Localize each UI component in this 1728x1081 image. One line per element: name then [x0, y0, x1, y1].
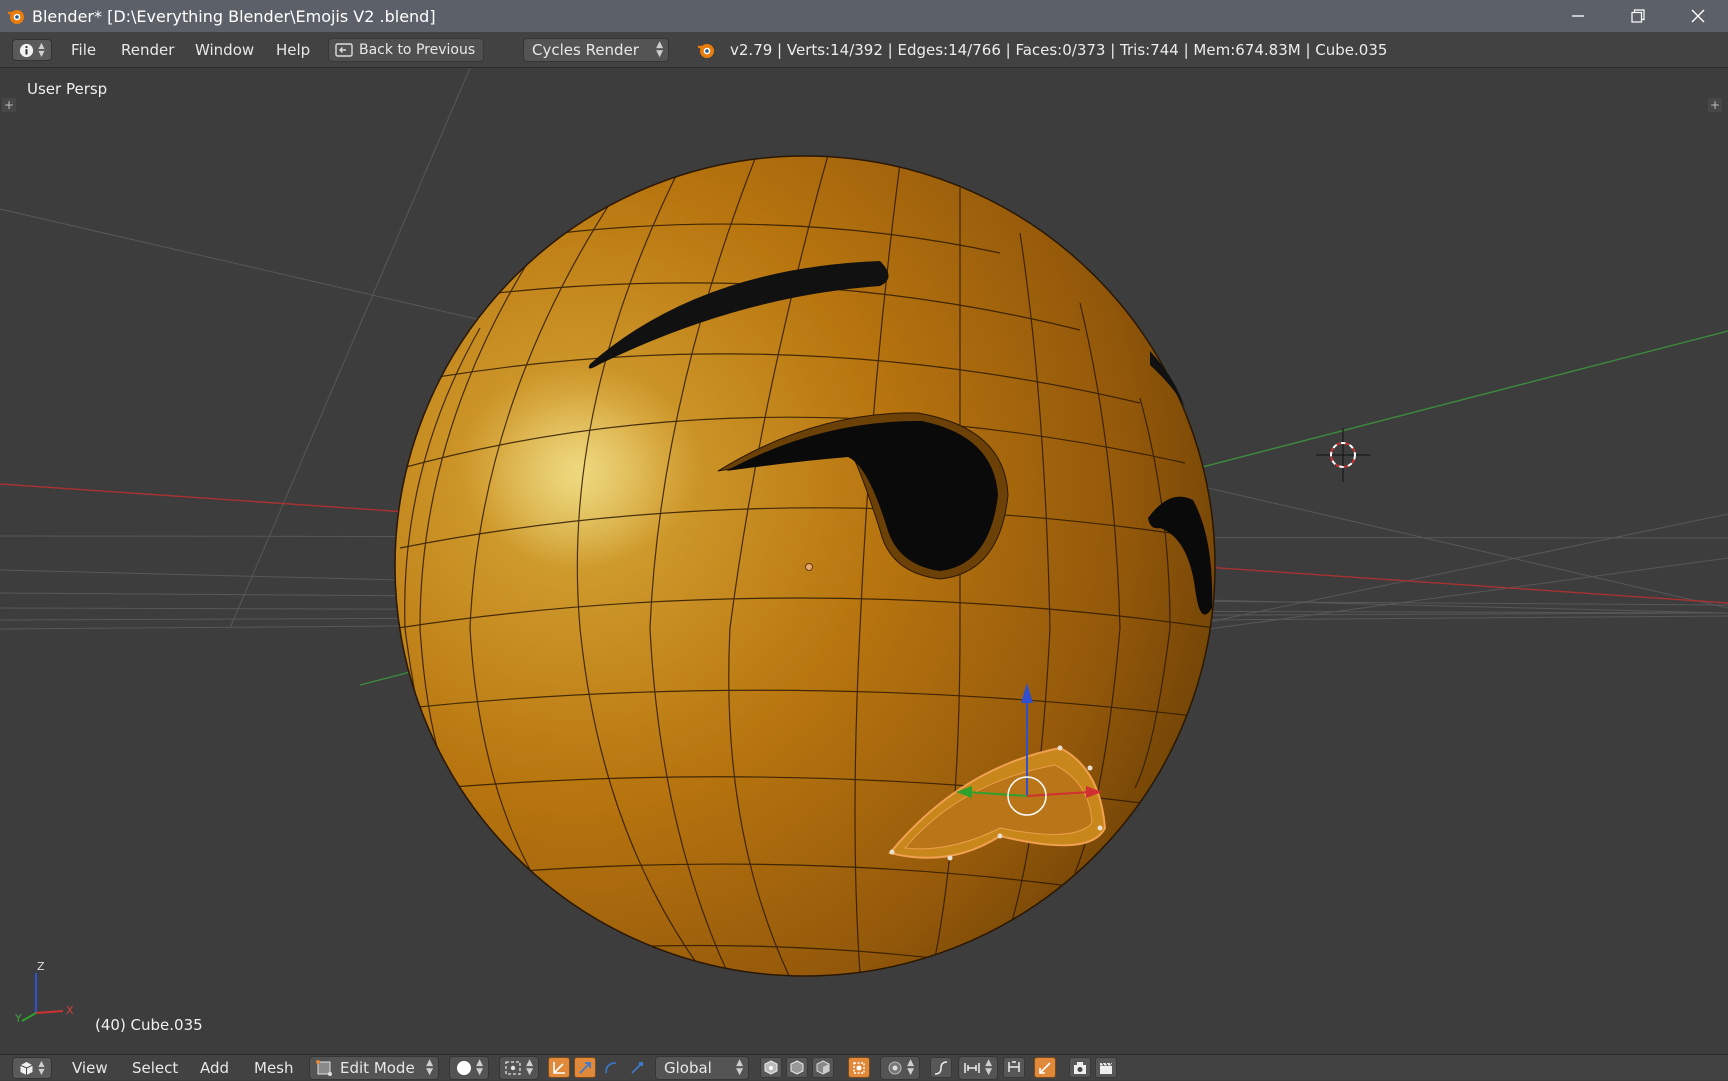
updown-arrows-icon: ▲ ▼ [38, 1059, 45, 1076]
scale-icon [631, 1061, 643, 1074]
menu-select[interactable]: Select [132, 1055, 178, 1081]
viewport-shading-dropdown[interactable]: ▲ ▼ [449, 1056, 489, 1080]
toolshelf-expand-icon[interactable]: + [2, 98, 16, 112]
occlude-geometry-icon [853, 1061, 865, 1074]
viewport-scene[interactable] [0, 68, 1728, 1054]
updown-arrows-icon: ▲ ▼ [476, 1058, 483, 1077]
close-button[interactable] [1668, 0, 1728, 32]
blender-logo-icon [8, 10, 24, 24]
back-to-previous-label: Back to Previous [359, 42, 476, 58]
restore-icon [1631, 9, 1645, 23]
updown-arrows-icon: ▲ ▼ [985, 1058, 992, 1077]
proportional-editing-icon [888, 1061, 902, 1075]
rotate-arc-icon [605, 1061, 617, 1073]
blender-logo-icon [698, 44, 714, 58]
snap-element-dropdown[interactable]: ▲ ▼ [958, 1056, 998, 1080]
snap-toggle[interactable] [1003, 1057, 1025, 1078]
transform-orientation-dropdown[interactable]: Global ▲ ▼ [655, 1056, 749, 1080]
window-title: Blender* [D:\Everything Blender\Emojis V… [32, 6, 436, 26]
window-titlebar: Blender* [D:\Everything Blender\Emojis V… [0, 0, 1728, 32]
mode-dropdown[interactable]: Edit Mode ▲ ▼ [309, 1056, 439, 1080]
updown-arrows-icon: ▲ ▼ [736, 1058, 743, 1077]
editor-type-selector[interactable]: ▲ ▼ [12, 1057, 52, 1079]
mirror-editing-toggle[interactable] [1034, 1057, 1056, 1078]
solid-shading-icon [457, 1061, 471, 1075]
vertex-select-button[interactable] [760, 1057, 782, 1078]
y-axis-label: Y [15, 1012, 22, 1025]
updown-arrows-icon: ▲ ▼ [526, 1058, 533, 1077]
properties-expand-icon[interactable]: + [1708, 98, 1722, 112]
occlude-geometry-toggle[interactable] [848, 1057, 870, 1078]
clapperboard-icon [1100, 1062, 1113, 1074]
updown-arrows-icon: ▲ ▼ [426, 1058, 433, 1077]
pivot-point-icon [505, 1061, 521, 1075]
back-to-previous-button[interactable]: Back to Previous [328, 38, 484, 62]
render-engine-dropdown[interactable]: Cycles Render ▲ ▼ [523, 38, 669, 62]
vertex-select-icon [764, 1059, 778, 1075]
mirror-editing-icon [1039, 1061, 1051, 1074]
back-screen-icon [335, 43, 353, 57]
opengl-render-animation-button[interactable] [1095, 1057, 1117, 1078]
minimize-button[interactable] [1548, 0, 1608, 32]
info-header: ▲ ▼ File Render Window Help Back to Previ… [0, 32, 1728, 68]
z-axis-label: Z [37, 960, 45, 973]
updown-arrows-icon: ▲ ▼ [907, 1058, 914, 1077]
view-perspective-label: User Persp [27, 80, 108, 98]
snap-magnet-icon [1008, 1060, 1020, 1072]
falloff-curve-icon [934, 1060, 948, 1075]
camera-icon [1074, 1061, 1086, 1074]
opengl-render-image-button[interactable] [1069, 1057, 1091, 1078]
manipulator-toggle[interactable] [548, 1057, 570, 1078]
menu-mesh[interactable]: Mesh [254, 1055, 294, 1081]
active-object-label: (40) Cube.035 [95, 1016, 203, 1034]
3d-view-header: ▲ ▼ View Select Add Mesh Edit Mode ▲ ▼ ▲ ▼ … [0, 1054, 1728, 1080]
rotate-manipulator-button[interactable] [600, 1057, 622, 1078]
close-icon [1691, 9, 1705, 23]
menu-file[interactable]: File [71, 32, 96, 68]
translate-manipulator-button[interactable] [574, 1057, 596, 1078]
restore-button[interactable] [1608, 0, 1668, 32]
pivot-point-dropdown[interactable]: ▲ ▼ [499, 1056, 539, 1080]
menu-window[interactable]: Window [195, 32, 254, 68]
edge-select-icon [790, 1059, 804, 1075]
axis-gizmo [21, 973, 64, 1022]
edit-mode-icon [316, 1060, 332, 1076]
3d-viewport[interactable]: Z X Y User Persp (40) Cube.035 + + [0, 68, 1728, 1054]
3d-view-icon [20, 1061, 34, 1075]
snap-increment-icon [964, 1063, 980, 1073]
mode-value: Edit Mode [340, 1059, 415, 1077]
x-axis-label: X [66, 1004, 74, 1017]
orientation-value: Global [664, 1059, 712, 1077]
face-select-icon [816, 1059, 830, 1075]
menu-add[interactable]: Add [200, 1055, 229, 1081]
manipulator-icon [553, 1061, 565, 1074]
menu-render[interactable]: Render [121, 32, 174, 68]
menu-help[interactable]: Help [276, 32, 310, 68]
editor-type-selector[interactable]: ▲ ▼ [12, 39, 52, 61]
scene-statistics: v2.79 | Verts:14/392 | Edges:14/766 | Fa… [730, 41, 1388, 59]
face-select-button[interactable] [812, 1057, 834, 1078]
proportional-falloff-button[interactable] [930, 1057, 952, 1078]
translate-arrow-icon [579, 1061, 591, 1074]
render-engine-value: Cycles Render [532, 41, 639, 59]
scale-manipulator-button[interactable] [626, 1057, 648, 1078]
minimize-icon [1572, 15, 1584, 17]
edge-select-button[interactable] [786, 1057, 808, 1078]
menu-view[interactable]: View [72, 1055, 108, 1081]
proportional-editing-dropdown[interactable]: ▲ ▼ [880, 1056, 920, 1080]
updown-arrows-icon: ▲ ▼ [656, 40, 663, 59]
updown-arrows-icon: ▲ ▼ [38, 41, 45, 58]
object-origin [805, 563, 813, 571]
info-icon [20, 43, 34, 57]
